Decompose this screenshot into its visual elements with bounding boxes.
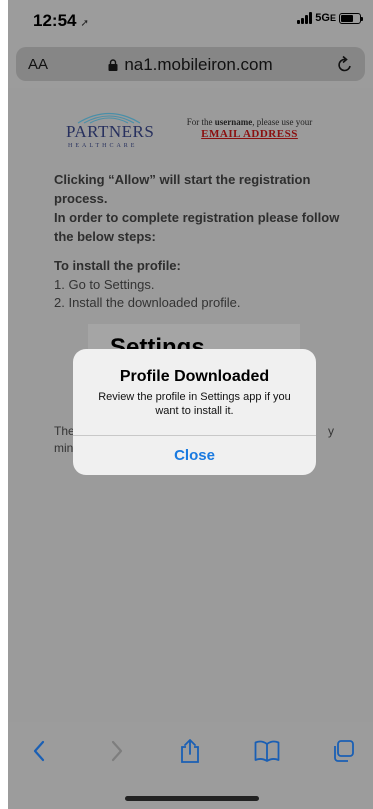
email-address-link[interactable]: EMAIL ADDRESS bbox=[201, 128, 298, 140]
left-edge bbox=[0, 0, 8, 809]
install-heading: To install the profile: bbox=[54, 258, 181, 273]
step-1: 1. Go to Settings. bbox=[54, 277, 155, 292]
obscured-text-the: The bbox=[54, 424, 75, 438]
network-suffix: E bbox=[329, 13, 336, 23]
obscured-text-y: y bbox=[328, 424, 334, 438]
time-label: 12:54 bbox=[33, 11, 77, 30]
note-bold: username bbox=[214, 117, 253, 127]
alert-message: Review the profile in Settings app if yo… bbox=[98, 391, 291, 417]
signal-strength-icon bbox=[297, 12, 313, 24]
obscured-text-min: min bbox=[54, 441, 74, 455]
network-label: 5GE bbox=[315, 12, 336, 24]
status-bar: 12:54 ➚ 5GE bbox=[8, 0, 373, 40]
address-bar: AA na1.mobileiron.com bbox=[8, 40, 373, 88]
back-icon[interactable] bbox=[24, 736, 54, 766]
network-type: 5G bbox=[315, 12, 330, 24]
intro-text: Clicking “Allow” will start the registra… bbox=[54, 170, 344, 246]
bottom-toolbar bbox=[8, 722, 373, 809]
username-note: For the username, please use your EMAIL … bbox=[162, 116, 337, 140]
bookmarks-icon[interactable] bbox=[252, 736, 282, 766]
location-arrow-icon: ➚ bbox=[80, 18, 89, 29]
close-button[interactable]: Close bbox=[73, 436, 316, 475]
status-indicators: 5GE bbox=[297, 12, 363, 24]
header-row: PARTNERS HEALTHCARE For the username, pl… bbox=[66, 108, 336, 158]
lock-icon bbox=[108, 59, 118, 71]
intro-line-1: Clicking “Allow” will start the registra… bbox=[54, 172, 311, 206]
url-text: na1.mobileiron.com bbox=[124, 55, 273, 74]
share-icon[interactable] bbox=[175, 736, 205, 766]
status-time: 12:54 ➚ bbox=[33, 11, 89, 31]
profile-downloaded-alert: Profile Downloaded Review the profile in… bbox=[73, 349, 316, 475]
safari-window: 12:54 ➚ 5GE AA na1.mobileiron.com PARTNE… bbox=[0, 0, 373, 809]
intro-line-2: In order to complete registration please… bbox=[54, 210, 340, 244]
logo-text: PARTNERS bbox=[66, 122, 155, 141]
reload-icon[interactable] bbox=[337, 55, 353, 78]
partners-logo: PARTNERS HEALTHCARE bbox=[66, 108, 155, 158]
note-suffix: , please use your bbox=[252, 117, 313, 127]
note-prefix: For the bbox=[186, 117, 213, 127]
forward-icon[interactable] bbox=[102, 736, 132, 766]
url-field[interactable]: AA na1.mobileiron.com bbox=[16, 47, 365, 81]
battery-icon bbox=[339, 12, 363, 24]
step-2: 2. Install the downloaded profile. bbox=[54, 295, 241, 310]
alert-title: Profile Downloaded bbox=[119, 368, 270, 385]
logo-subtext: HEALTHCARE bbox=[68, 143, 138, 149]
home-indicator bbox=[125, 796, 259, 801]
tabs-icon[interactable] bbox=[328, 736, 358, 766]
url-display[interactable]: na1.mobileiron.com bbox=[16, 55, 365, 75]
